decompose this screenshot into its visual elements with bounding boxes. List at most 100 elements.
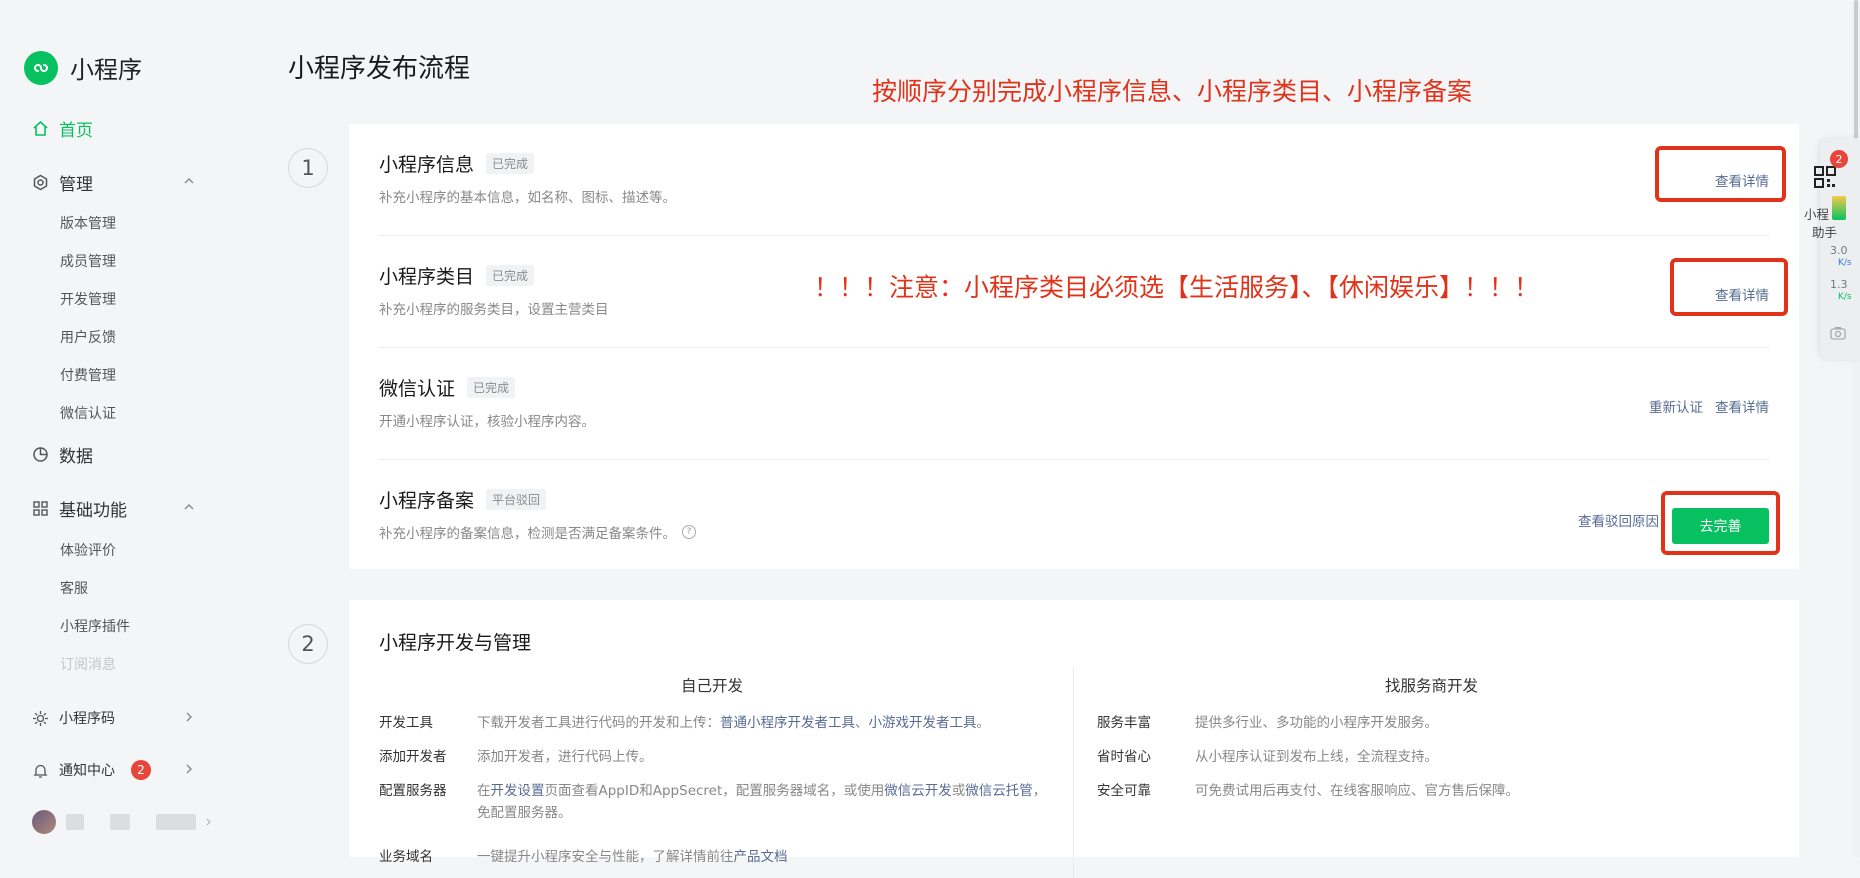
sidebar-item-label: 小程序码 xyxy=(59,711,115,727)
grid-icon xyxy=(33,501,48,516)
pie-chart-icon xyxy=(33,447,48,462)
upload-speed-unit: K/s xyxy=(1838,258,1852,268)
sidebar-item-subscribe[interactable]: 订阅消息 xyxy=(60,654,116,674)
feature-label: 配置服务器 xyxy=(379,783,447,799)
game-devtools-link[interactable]: 小游戏开发者工具 xyxy=(869,715,977,731)
chevron-right-icon[interactable] xyxy=(184,712,194,722)
sidebar-item-notify[interactable]: 通知中心 2 xyxy=(32,760,151,780)
step-number-2: 2 xyxy=(288,624,328,664)
feature-text: 从小程序认证到发布上线，全流程支持。 xyxy=(1195,749,1438,765)
feature-text: 添加开发者，进行代码上传。 xyxy=(477,749,653,765)
sidebar-item-wechat-auth[interactable]: 微信认证 xyxy=(60,403,116,423)
annotation-top: 按顺序分别完成小程序信息、小程序类目、小程序备案 xyxy=(872,77,1473,106)
complete-button[interactable]: 去完善 xyxy=(1672,508,1769,544)
assistant-status-bar xyxy=(1832,196,1846,220)
cloud-hosting-link[interactable]: 微信云托管 xyxy=(965,783,1033,799)
download-speed: 1.3 xyxy=(1830,278,1848,291)
view-reject-reason-link[interactable]: 查看驳回原因 xyxy=(1578,510,1659,530)
sidebar-item-service[interactable]: 客服 xyxy=(60,578,88,598)
dev-manage-card: 小程序开发与管理 自己开发 找服务商开发 开发工具 下载开发者工具进行代码的开发… xyxy=(349,600,1799,878)
sidebar-item-plugin[interactable]: 小程序插件 xyxy=(60,616,130,636)
qrcode-icon[interactable] xyxy=(1814,166,1836,188)
feature-text: 页面查看AppID和AppSecret，配置服务器域名，或使用 xyxy=(544,783,885,799)
product-doc-link[interactable]: 产品文档 xyxy=(734,849,788,865)
notification-count-badge: 2 xyxy=(131,760,151,780)
feature-label: 添加开发者 xyxy=(379,749,447,765)
status-badge: 已完成 xyxy=(486,265,535,286)
provider-develop-heading: 找服务商开发 xyxy=(1385,677,1479,695)
app-logo[interactable]: 小程序 xyxy=(24,50,142,85)
sidebar-item-home[interactable]: 首页 xyxy=(32,116,93,141)
feature-label: 服务丰富 xyxy=(1097,715,1151,731)
sun-icon xyxy=(33,710,48,726)
chevron-up-icon[interactable] xyxy=(184,502,194,512)
sidebar-item-payment[interactable]: 付费管理 xyxy=(60,365,116,385)
row-description: 补充小程序的备案信息，检测是否满足备案条件。 xyxy=(379,526,676,542)
highlight-box xyxy=(1670,258,1788,316)
app-name: 小程序 xyxy=(70,56,142,84)
help-icon[interactable]: ? xyxy=(682,525,696,539)
re-auth-link[interactable]: 重新认证 xyxy=(1649,396,1703,416)
row-description: 开通小程序认证，核验小程序内容。 xyxy=(379,414,595,430)
assistant-label: 助手 xyxy=(1812,225,1838,240)
step-number-1: 1 xyxy=(288,148,328,188)
feature-text: 在 xyxy=(477,783,491,799)
feature-text: 可免费试用后再支付、在线客服响应、官方售后保障。 xyxy=(1195,783,1519,799)
self-develop-heading: 自己开发 xyxy=(681,677,744,695)
sidebar-item-manage[interactable]: 管理 xyxy=(32,170,93,195)
cloud-dev-link[interactable]: 微信云开发 xyxy=(884,783,952,799)
step-row-wechat-auth: 微信认证 已完成 开通小程序认证，核验小程序内容。 重新认证 查看详情 xyxy=(379,348,1769,460)
sidebar-item-label: 管理 xyxy=(59,175,93,195)
page-title: 小程序发布流程 xyxy=(288,54,471,84)
sidebar-item-members[interactable]: 成员管理 xyxy=(60,251,116,271)
annotation-category-warning: ！！！注意：小程序类目必须选【生活服务】、【休闲娱乐】！！！ xyxy=(814,273,1540,302)
sidebar-item-dev[interactable]: 开发管理 xyxy=(60,289,116,309)
feature-label: 业务域名 xyxy=(379,849,433,865)
row-description: 补充小程序的服务类目，设置主营类目 xyxy=(379,302,609,318)
row-title: 小程序信息 xyxy=(379,154,475,176)
sidebar: 小程序 首页 管理 版本管理 成员管理 开发管理 用户反馈 付费管理 微信认证 … xyxy=(0,0,230,857)
row-title: 小程序备案 xyxy=(379,490,475,512)
chevron-up-icon[interactable] xyxy=(184,176,194,186)
publish-steps-card: 小程序信息 已完成 补充小程序的基本信息，如名称、图标、描述等。 查看详情 小程… xyxy=(349,124,1799,569)
sidebar-item-feedback[interactable]: 用户反馈 xyxy=(60,327,116,347)
feature-label: 安全可靠 xyxy=(1097,783,1151,799)
sidebar-item-data[interactable]: 数据 xyxy=(32,442,93,467)
feature-text: 或 xyxy=(951,783,966,799)
sidebar-item-qrcode[interactable]: 小程序码 xyxy=(32,708,115,728)
row-description: 补充小程序的基本信息，如名称、图标、描述等。 xyxy=(379,190,676,206)
row-title: 小程序类目 xyxy=(379,266,475,288)
dev-settings-link[interactable]: 开发设置 xyxy=(491,783,545,799)
step-row-filing: 小程序备案 平台驳回 补充小程序的备案信息，检测是否满足备案条件。 ? 查看驳回… xyxy=(379,460,1769,572)
section-title: 小程序开发与管理 xyxy=(379,632,532,654)
avatar xyxy=(32,810,56,834)
status-badge: 平台驳回 xyxy=(486,489,547,510)
home-icon xyxy=(33,120,48,136)
bell-icon xyxy=(33,764,48,778)
sidebar-item-label: 基础功能 xyxy=(59,501,127,521)
assistant-label: 小程 xyxy=(1804,207,1830,222)
sidebar-item-rating[interactable]: 体验评价 xyxy=(60,540,116,560)
status-badge: 已完成 xyxy=(486,153,535,174)
devtools-link[interactable]: 普通小程序开发者工具 xyxy=(720,715,855,731)
view-details-link[interactable]: 查看详情 xyxy=(1715,396,1769,416)
chevron-right-icon[interactable] xyxy=(184,764,194,774)
status-badge: 已完成 xyxy=(467,377,516,398)
sidebar-item-version[interactable]: 版本管理 xyxy=(60,213,116,233)
feature-text: 一键提升小程序安全与性能，了解详情前往 xyxy=(477,849,734,865)
camera-icon[interactable] xyxy=(1830,326,1846,340)
miniprogram-logo-icon xyxy=(24,50,58,85)
chevron-right-icon xyxy=(206,818,211,826)
feature-label: 开发工具 xyxy=(379,715,433,731)
redacted-block xyxy=(110,814,130,830)
redacted-block xyxy=(156,814,196,830)
divider xyxy=(1073,668,1074,878)
upload-speed: 3.0 xyxy=(1830,244,1848,257)
period: 。 xyxy=(976,715,991,731)
sidebar-item-label: 首页 xyxy=(59,121,93,141)
user-account[interactable] xyxy=(32,810,212,834)
feature-label: 省时省心 xyxy=(1097,749,1151,765)
sidebar-item-basic[interactable]: 基础功能 xyxy=(32,496,127,521)
highlight-box xyxy=(1655,146,1786,202)
feature-text: 提供多行业、多功能的小程序开发服务。 xyxy=(1195,715,1438,731)
